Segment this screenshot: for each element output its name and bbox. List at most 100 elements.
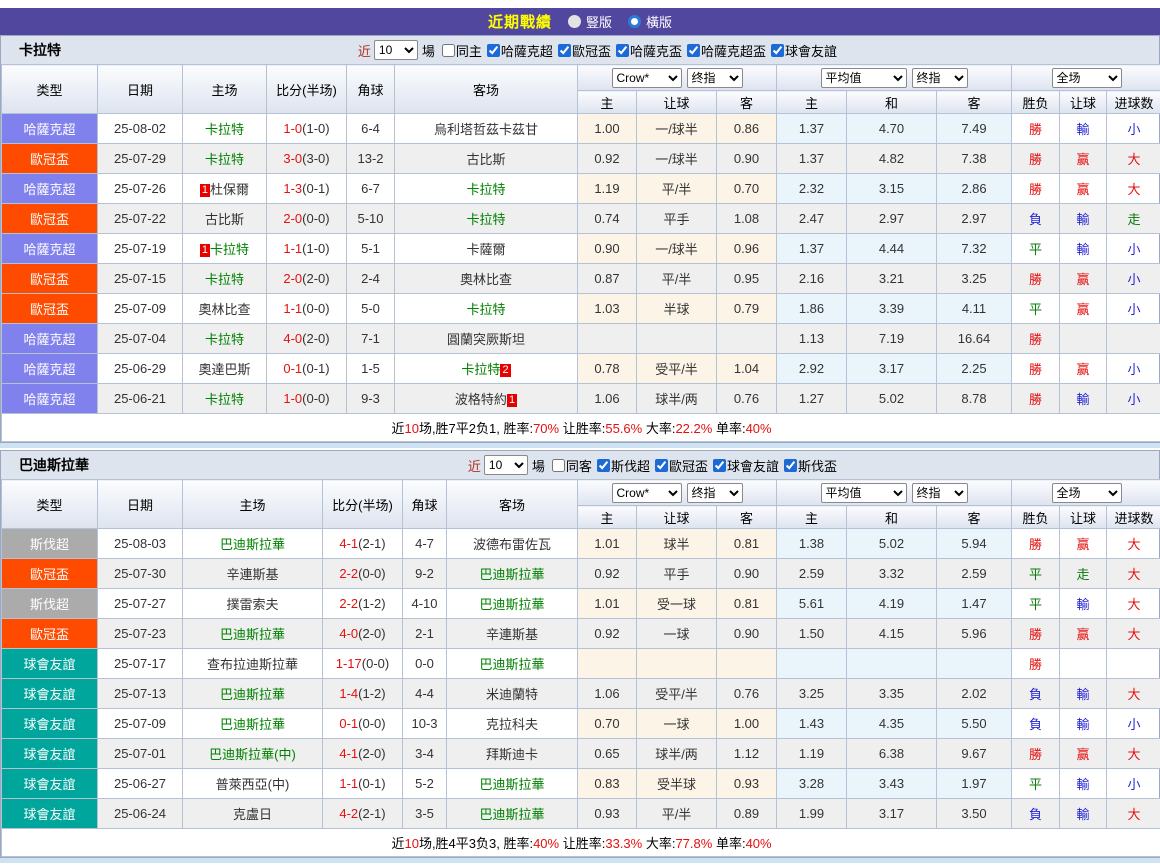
score-cell: 4-1(2-1) [323, 529, 403, 559]
sub-col-header: 客 [717, 506, 777, 529]
scope-select[interactable]: 全场 [1052, 68, 1122, 88]
odds-handicap: 一/球半 [637, 144, 717, 174]
sub-col-header: 和 [847, 506, 937, 529]
layout-option-horizontal[interactable]: 橫版 [628, 12, 672, 31]
summary-segment: 40% [533, 836, 559, 851]
sub-col-header: 胜负 [1012, 506, 1060, 529]
odds-home: 0.90 [578, 234, 637, 264]
avg-home: 1.38 [777, 529, 847, 559]
match-date: 25-07-29 [98, 144, 183, 174]
odds-away: 0.90 [717, 559, 777, 589]
home-team-name: 查布拉迪斯拉華 [207, 657, 298, 672]
away-team-cell: 卡薩爾 [395, 234, 578, 264]
league-filter-checkbox[interactable] [687, 44, 700, 57]
league-filter-checkbox[interactable] [784, 459, 797, 472]
score-cell: 4-0(2-0) [323, 619, 403, 649]
away-team-cell: 巴迪斯拉華 [447, 649, 578, 679]
rounds-select[interactable]: 10 [484, 455, 528, 475]
league-filter-checkbox[interactable] [558, 44, 571, 57]
rounds-select[interactable]: 10 [374, 40, 418, 60]
scope-selects: 全场 [1012, 483, 1160, 503]
odds-handicap [637, 649, 717, 679]
match-row: 歐冠盃25-07-29卡拉特3-0(3-0)13-2古比斯0.92一/球半0.9… [2, 144, 1160, 174]
avg-type-select[interactable]: 平均值 [821, 483, 907, 503]
corner-count: 5-10 [347, 204, 395, 234]
result-goals: 大 [1107, 144, 1160, 174]
sub-col-header: 主 [578, 506, 637, 529]
avg-group-header: 平均值终指 [777, 480, 1012, 506]
home-team-cell: 古比斯 [183, 204, 267, 234]
odds-handicap: 平/半 [637, 174, 717, 204]
same-venue-checkbox[interactable] [552, 459, 565, 472]
odds-away: 1.08 [717, 204, 777, 234]
score-cell: 4-0(2-0) [267, 324, 347, 354]
match-row: 哈薩克超25-06-21卡拉特1-0(0-0)9-3波格特約11.06球半/两0… [2, 384, 1160, 414]
avg-away [937, 649, 1012, 679]
summary-segment: 大率: [642, 421, 675, 436]
league-filter-checkbox[interactable] [487, 44, 500, 57]
near-label: 近 [358, 41, 371, 60]
layout-option-vertical[interactable]: 豎版 [568, 12, 612, 31]
avg-away: 2.25 [937, 354, 1012, 384]
matches-table: 类型日期主场比分(半场)角球客场Crow*终指平均值终指全场主让球客主和客胜负让… [1, 479, 1160, 857]
avg-home: 1.43 [777, 709, 847, 739]
odds-time-select[interactable]: 终指 [687, 483, 743, 503]
header-group-row: 类型日期主场比分(半场)角球客场Crow*终指平均值终指全场 [2, 65, 1160, 91]
odds-time-select[interactable]: 终指 [687, 68, 743, 88]
avg-away: 1.97 [937, 769, 1012, 799]
team-section: 巴迪斯拉華 近10場同客斯伐超歐冠盃球會友誼斯伐盃 类型日期主场比分(半场)角球… [0, 450, 1160, 858]
odds-away: 0.90 [717, 619, 777, 649]
league-filter-checkbox[interactable] [597, 459, 610, 472]
home-team-cell: 卡拉特 [183, 384, 267, 414]
sub-col-header: 客 [937, 506, 1012, 529]
same-venue-checkbox[interactable] [442, 44, 455, 57]
league-filter-checkbox[interactable] [713, 459, 726, 472]
away-team-name: 圓蘭突厥斯坦 [447, 332, 525, 347]
league-filter-checkbox[interactable] [655, 459, 668, 472]
league-filter-label: 球會友誼 [785, 41, 837, 60]
avg-away: 3.50 [937, 799, 1012, 829]
fulltime-score: 2-2 [339, 566, 358, 581]
result-outcome: 平 [1012, 234, 1060, 264]
corner-count: 9-3 [347, 384, 395, 414]
odds-company-select[interactable]: Crow* [612, 68, 682, 88]
odds-away: 0.95 [717, 264, 777, 294]
radio-unselected-icon[interactable] [568, 15, 581, 28]
league-badge: 球會友誼 [2, 649, 98, 679]
away-team-cell: 巴迪斯拉華 [447, 769, 578, 799]
section-header: 巴迪斯拉華 近10場同客斯伐超歐冠盃球會友誼斯伐盃 [1, 451, 1159, 479]
league-filter-checkbox[interactable] [616, 44, 629, 57]
odds-home: 1.03 [578, 294, 637, 324]
league-badge: 歐冠盃 [2, 264, 98, 294]
odds-group-header: Crow*终指 [578, 65, 777, 91]
home-team-name: 卡拉特 [205, 122, 244, 137]
result-handicap: 輸 [1060, 709, 1107, 739]
avg-time-select[interactable]: 终指 [912, 483, 968, 503]
odds-away: 0.70 [717, 174, 777, 204]
scope-select[interactable]: 全场 [1052, 483, 1122, 503]
odds-selects: Crow*终指 [578, 483, 776, 503]
sub-col-header: 主 [578, 91, 637, 114]
away-team-name: 巴迪斯拉華 [479, 657, 544, 672]
league-filter-checkbox[interactable] [771, 44, 784, 57]
avg-draw: 7.19 [847, 324, 937, 354]
result-goals: 大 [1107, 619, 1160, 649]
halftime-score: (2-0) [302, 271, 329, 286]
match-date: 25-06-21 [98, 384, 183, 414]
header-group-row: 类型日期主场比分(半场)角球客场Crow*终指平均值终指全场 [2, 480, 1160, 506]
score-cell: 3-0(3-0) [267, 144, 347, 174]
col-header: 类型 [2, 480, 98, 529]
odds-company-select[interactable]: Crow* [612, 483, 682, 503]
odds-away: 0.81 [717, 589, 777, 619]
avg-selects: 平均值终指 [777, 483, 1011, 503]
odds-away: 0.76 [717, 384, 777, 414]
league-badge: 歐冠盃 [2, 559, 98, 589]
odds-home: 1.19 [578, 174, 637, 204]
team-name: 卡拉特 [19, 40, 61, 60]
avg-type-select[interactable]: 平均值 [821, 68, 907, 88]
corner-count: 7-1 [347, 324, 395, 354]
home-team-cell: 巴迪斯拉華 [183, 529, 323, 559]
fulltime-score: 2-0 [283, 211, 302, 226]
radio-selected-icon[interactable] [628, 15, 641, 28]
avg-time-select[interactable]: 终指 [912, 68, 968, 88]
